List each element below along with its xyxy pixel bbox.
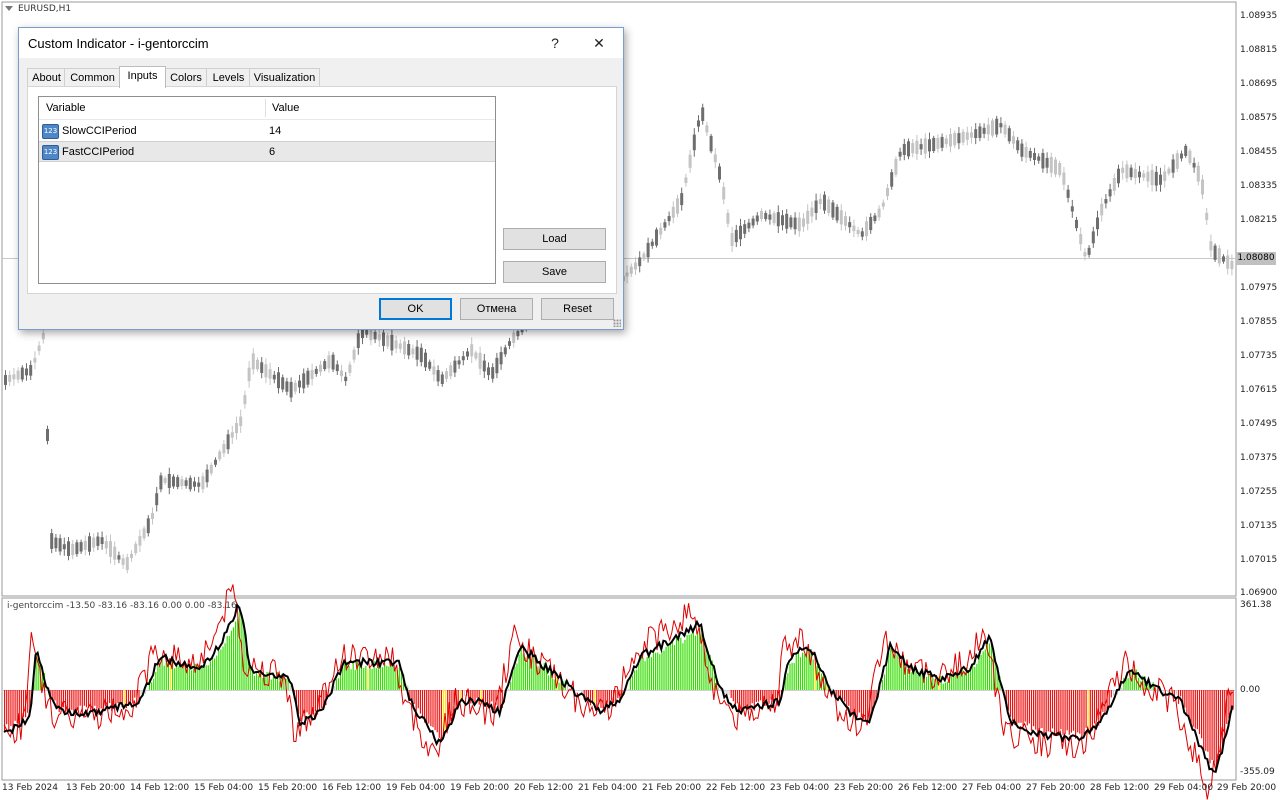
price-axis-label: 1.07975 <box>1240 283 1278 293</box>
current-price-badge: 1.08080 <box>1236 252 1276 265</box>
dialog-titlebar[interactable]: Custom Indicator - i-gentorccim ? ✕ <box>19 28 623 58</box>
tab-about[interactable]: About <box>27 68 66 87</box>
grid-row-fastcciperiod[interactable]: 123 FastCCIPeriod 6 <box>39 141 495 162</box>
variable-value[interactable]: 6 <box>269 146 275 158</box>
tab-colors[interactable]: Colors <box>164 68 208 87</box>
dialog-title: Custom Indicator - i-gentorccim <box>28 36 209 51</box>
tab-levels[interactable]: Levels <box>206 68 251 87</box>
time-axis-label: 20 Feb 12:00 <box>514 783 574 793</box>
indicator-axis-zero: 0.00 <box>1240 685 1261 695</box>
save-button[interactable]: Save <box>503 261 606 283</box>
indicator-axis-top: 361.38 <box>1240 600 1272 610</box>
reset-button[interactable]: Reset <box>541 298 614 320</box>
time-axis-label: 21 Feb 20:00 <box>642 783 702 793</box>
indicator-axis-bottom: -355.09 <box>1240 767 1275 777</box>
time-axis-label: 16 Feb 12:00 <box>322 783 382 793</box>
price-axis-label: 1.08815 <box>1240 45 1278 55</box>
price-axis-label: 1.08335 <box>1240 181 1278 191</box>
chart-symbol-label: EURUSD,H1 <box>18 4 72 14</box>
price-axis-label: 1.08455 <box>1240 147 1278 157</box>
integer-param-icon: 123 <box>42 145 59 160</box>
tab-inputs[interactable]: Inputs <box>119 66 166 88</box>
time-axis-label: 26 Feb 12:00 <box>898 783 958 793</box>
grid-header: Variable Value <box>39 97 495 120</box>
time-axis-label: 22 Feb 12:00 <box>706 783 766 793</box>
time-axis-label: 14 Feb 12:00 <box>130 783 190 793</box>
price-axis-label: 1.07495 <box>1240 419 1278 429</box>
time-axis-label: 13 Feb 20:00 <box>66 783 126 793</box>
ok-button[interactable]: OK <box>379 298 452 320</box>
custom-indicator-dialog: Custom Indicator - i-gentorccim ? ✕ Abou… <box>18 27 624 330</box>
time-axis-label: 27 Feb 20:00 <box>1026 783 1086 793</box>
time-axis-label: 23 Feb 20:00 <box>834 783 894 793</box>
inputs-panel: Variable Value 123 SlowCCIPeriod 14 123 … <box>27 86 617 294</box>
time-axis-label: 27 Feb 04:00 <box>962 783 1022 793</box>
chevron-down-icon[interactable] <box>5 6 13 11</box>
time-axis-label: 15 Feb 20:00 <box>258 783 318 793</box>
col-value-header[interactable]: Value <box>272 102 299 114</box>
time-axis-label: 19 Feb 20:00 <box>450 783 510 793</box>
tab-visualization[interactable]: Visualization <box>249 68 320 87</box>
help-button[interactable]: ? <box>541 32 569 54</box>
variable-value[interactable]: 14 <box>269 125 281 137</box>
time-axis-label: 13 Feb 2024 <box>2 783 59 793</box>
price-axis-label: 1.08215 <box>1240 215 1278 225</box>
time-axis-label: 19 Feb 04:00 <box>386 783 446 793</box>
grid-row-slowcciperiod[interactable]: 123 SlowCCIPeriod 14 <box>39 121 495 141</box>
price-axis-label: 1.06900 <box>1240 588 1278 598</box>
price-axis-label: 1.07855 <box>1240 317 1278 327</box>
price-axis-label: 1.08575 <box>1240 113 1278 123</box>
price-axis-label: 1.07255 <box>1240 487 1278 497</box>
variable-name: FastCCIPeriod <box>62 146 135 158</box>
time-axis-label: 21 Feb 04:00 <box>578 783 638 793</box>
price-axis-label: 1.07015 <box>1240 555 1278 565</box>
price-axis-label: 1.07615 <box>1240 385 1278 395</box>
tab-common[interactable]: Common <box>64 68 121 87</box>
time-axis-label: 29 Feb 20:00 <box>1217 783 1277 793</box>
indicator-label: i-gentorccim -13.50 -83.16 -83.16 0.00 0… <box>7 601 237 611</box>
price-axis-label: 1.07735 <box>1240 351 1278 361</box>
time-axis-label: 23 Feb 04:00 <box>770 783 830 793</box>
integer-param-icon: 123 <box>42 124 59 139</box>
time-axis-label: 29 Feb 04:00 <box>1154 783 1214 793</box>
close-button[interactable]: ✕ <box>585 32 613 54</box>
price-axis-label: 1.07135 <box>1240 521 1278 531</box>
price-axis-label: 1.07375 <box>1240 453 1278 463</box>
load-button[interactable]: Load <box>503 228 606 250</box>
col-variable-header[interactable]: Variable <box>46 102 86 114</box>
inputs-grid: Variable Value 123 SlowCCIPeriod 14 123 … <box>38 96 496 284</box>
resize-grip[interactable] <box>613 319 621 327</box>
price-axis-label: 1.08695 <box>1240 79 1278 89</box>
price-axis-label: 1.08935 <box>1240 11 1278 21</box>
variable-name: SlowCCIPeriod <box>62 125 137 137</box>
time-axis-label: 15 Feb 04:00 <box>194 783 254 793</box>
cancel-button[interactable]: Отмена <box>460 298 533 320</box>
time-axis-label: 28 Feb 12:00 <box>1090 783 1150 793</box>
